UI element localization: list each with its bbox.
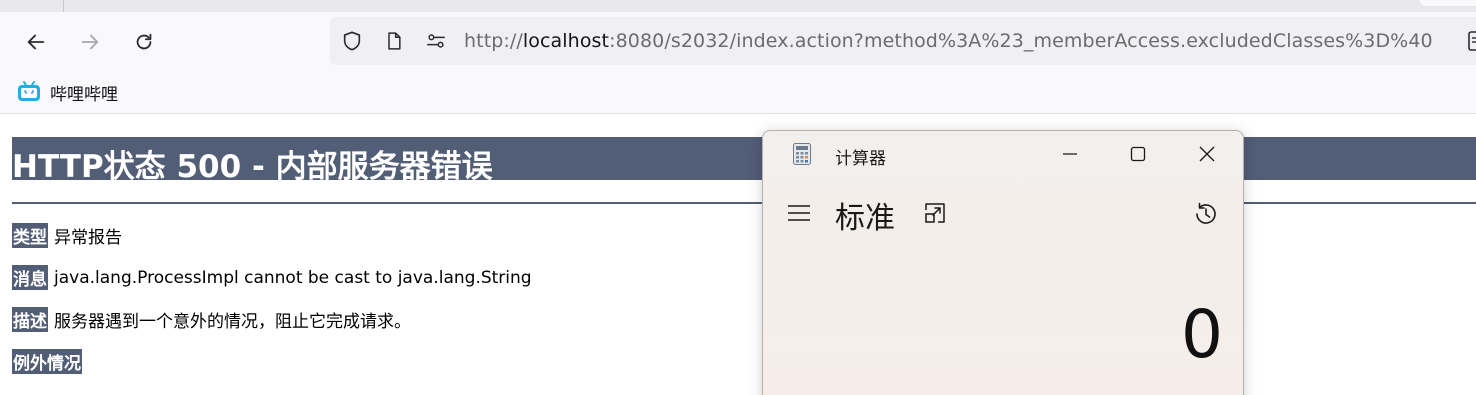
close-icon (1199, 146, 1215, 162)
bookmark-bilibili[interactable]: 哔哩哔哩 (16, 79, 118, 105)
page-info-icon[interactable] (382, 29, 406, 53)
calculator-display: 0 (1181, 296, 1223, 373)
history-icon[interactable] (1193, 201, 1219, 227)
bilibili-icon (18, 81, 40, 101)
bookmark-label: 哔哩哔哩 (50, 84, 118, 105)
page-title: HTTP状态 500 - 内部服务器错误 (12, 149, 493, 185)
forward-button[interactable] (74, 26, 106, 58)
minimize-icon (1063, 153, 1077, 155)
error-type-row: 类型 异常报告 (12, 223, 122, 248)
error-description-row: 描述 服务器遇到一个意外的情况，阻止它完成请求。 (12, 307, 411, 332)
error-message-label: 消息 (12, 265, 48, 290)
error-description-value: 服务器遇到一个意外的情况，阻止它完成请求。 (54, 312, 411, 332)
arrow-right-icon (81, 34, 99, 50)
error-message-row: 消息 java.lang.ProcessImpl cannot be cast … (12, 265, 532, 290)
url-host: localhost (522, 30, 610, 52)
bookmarks-toolbar: 哔哩哔哩 (0, 70, 1476, 114)
keep-on-top-icon[interactable] (923, 201, 947, 225)
exception-row: 例外情况 (12, 349, 82, 374)
tab-strip-edge (1420, 0, 1476, 6)
tab-strip (0, 0, 1476, 12)
url-bar[interactable]: http://localhost:8080/s2032/index.action… (330, 17, 1476, 65)
minimize-button[interactable] (1038, 131, 1102, 177)
reload-button[interactable] (128, 26, 160, 58)
close-button[interactable] (1175, 131, 1239, 177)
error-type-label: 类型 (12, 223, 48, 248)
calculator-header: 标准 (763, 187, 1243, 239)
arrow-left-icon (27, 34, 45, 50)
exception-label: 例外情况 (12, 349, 82, 374)
shield-icon[interactable] (340, 29, 364, 53)
page-content: HTTP状态 500 - 内部服务器错误 类型 异常报告 消息 java.lan… (0, 115, 1476, 395)
reader-view-icon[interactable] (1466, 29, 1476, 53)
calculator-title: 计算器 (835, 149, 886, 169)
error-message-value: java.lang.ProcessImpl cannot be cast to … (54, 267, 532, 288)
calculator-mode-title: 标准 (835, 201, 895, 236)
menu-icon[interactable] (787, 201, 811, 225)
permissions-icon[interactable] (424, 29, 448, 53)
error-title-bar: HTTP状态 500 - 内部服务器错误 (12, 137, 1476, 185)
browser-toolbar: http://localhost:8080/s2032/index.action… (0, 12, 1476, 70)
calculator-titlebar[interactable]: 计算器 (763, 131, 1243, 177)
maximize-icon (1130, 146, 1146, 162)
back-button[interactable] (20, 26, 52, 58)
error-description-label: 描述 (12, 307, 48, 332)
url-text[interactable]: http://localhost:8080/s2032/index.action… (464, 29, 1454, 53)
error-type-value: 异常报告 (54, 228, 122, 248)
calculator-window[interactable]: 计算器 标准 0 (762, 130, 1244, 395)
tab-divider (63, 0, 64, 12)
calculator-app-icon (793, 143, 811, 165)
url-path: :8080/s2032/index.action?method%3A%23_me… (609, 30, 1433, 52)
reload-icon (136, 33, 152, 50)
maximize-button[interactable] (1106, 131, 1170, 177)
url-scheme: http:// (464, 30, 523, 52)
divider (12, 202, 1476, 204)
